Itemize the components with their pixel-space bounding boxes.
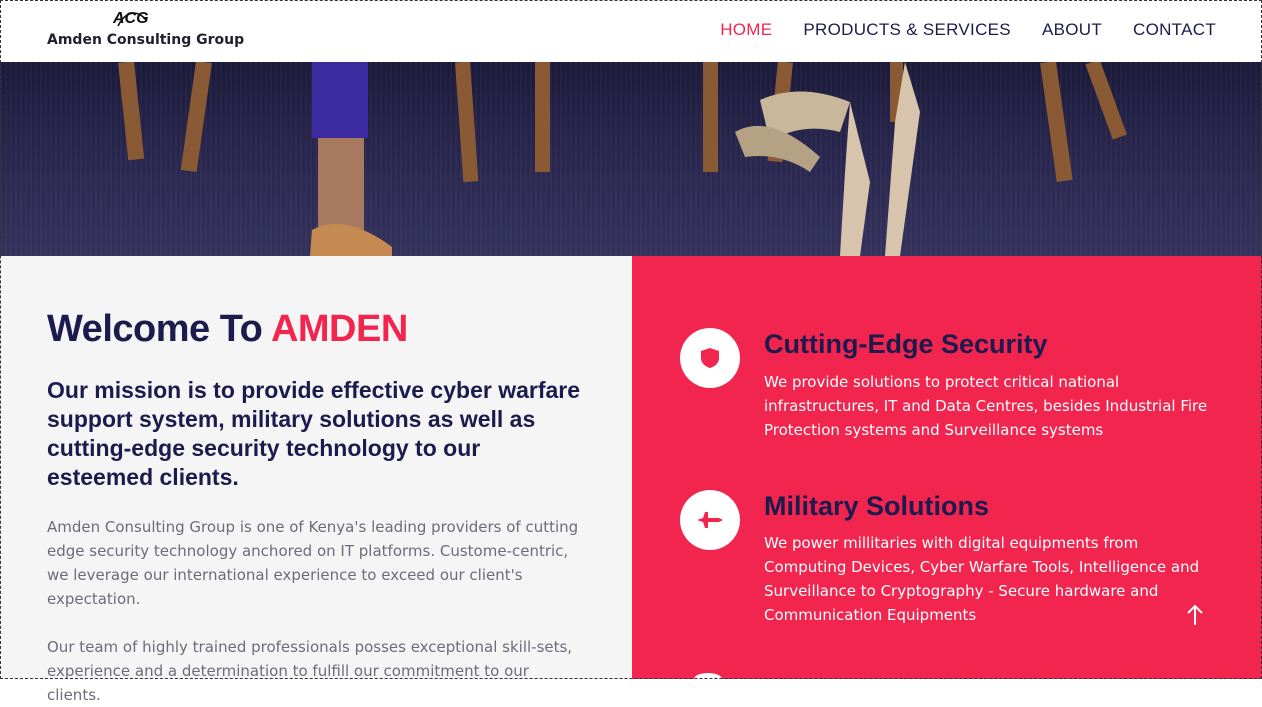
shield-icon [680,328,740,388]
hero-illustration [118,62,1127,256]
scroll-to-top-button[interactable] [1184,603,1206,629]
site-header: ACG Amden Consulting Group HOME PRODUCTS… [0,0,1262,62]
hero-image [0,62,1262,256]
nav-home-link[interactable]: HOME [720,20,772,40]
feature-desc-security: We provide solutions to protect critical… [764,373,1208,439]
main-nav: HOME PRODUCTS & SERVICES ABOUT CONTACT [720,20,1216,40]
nav-products-services-link[interactable]: PRODUCTS & SERVICES [803,20,1011,40]
arrow-up-icon [1187,604,1203,625]
jet-icon [680,490,740,550]
acg-logo-icon[interactable]: ACG [112,6,156,28]
feature-title-military: Military Solutions [764,491,990,521]
feature-desc-military: We power millitaries with digital equipm… [764,534,1200,624]
nav-about-link[interactable]: ABOUT [1042,20,1102,40]
welcome-prefix: Welcome To [47,308,271,350]
logo-text: ACG [112,10,149,27]
feature-title-security: Cutting-Edge Security [764,329,1048,359]
welcome-highlight: AMDEN [270,308,408,350]
mission-statement: Our mission is to provide effective cybe… [47,377,581,490]
nav-contact-link[interactable]: CONTACT [1133,20,1216,40]
welcome-heading: Welcome To AMDEN [47,308,408,351]
team-paragraph: Our team of highly trained professionals… [47,638,573,704]
brand-name[interactable]: Amden Consulting Group [47,32,244,48]
next-section-indicator [694,673,722,685]
intro-paragraph: Amden Consulting Group is one of Kenya's… [47,518,579,608]
